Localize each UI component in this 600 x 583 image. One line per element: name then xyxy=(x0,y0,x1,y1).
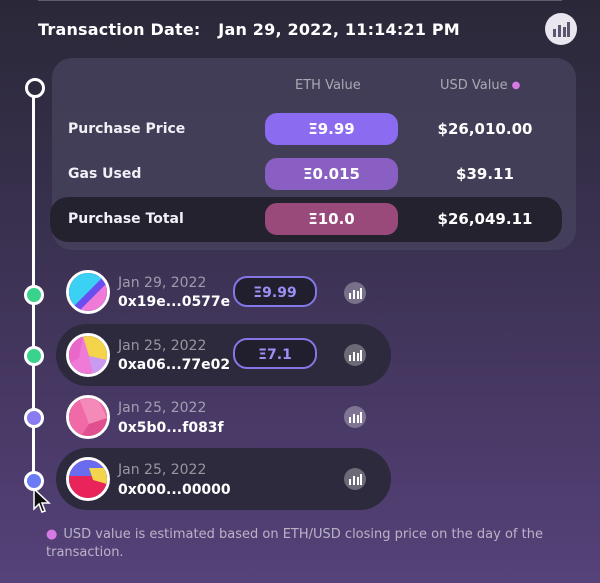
avatar[interactable] xyxy=(66,395,110,439)
avatar[interactable] xyxy=(66,270,110,314)
etherscan-icon[interactable] xyxy=(344,468,366,490)
avatar[interactable] xyxy=(66,457,110,501)
purchase-price-label: Purchase Price xyxy=(68,121,186,137)
history-address[interactable]: 0x19e...0577e xyxy=(118,294,230,310)
history-date: Jan 29, 2022 xyxy=(118,275,207,291)
history-eth-pill: Ξ7.1 xyxy=(233,338,317,369)
timeline-node-3 xyxy=(24,408,44,428)
purchase-total-eth-pill: Ξ10.0 xyxy=(265,203,398,235)
brand-chart-icon[interactable] xyxy=(545,13,577,45)
purchase-price-eth-pill: Ξ9.99 xyxy=(265,113,398,145)
history-date: Jan 25, 2022 xyxy=(118,462,207,478)
history-date: Jan 25, 2022 xyxy=(118,338,207,354)
timeline-node-2 xyxy=(24,346,44,366)
eth-value-header: ETH Value xyxy=(295,78,361,93)
etherscan-icon[interactable] xyxy=(344,406,366,428)
timeline-node-1 xyxy=(24,285,44,305)
history-address[interactable]: 0x000...00000 xyxy=(118,482,231,498)
transaction-date-value: Jan 29, 2022, 11:14:21 PM xyxy=(218,20,460,39)
etherscan-icon[interactable] xyxy=(344,344,366,366)
cursor-icon xyxy=(33,487,51,518)
history-date: Jan 25, 2022 xyxy=(118,400,207,416)
purchase-total-label: Purchase Total xyxy=(68,211,184,227)
usd-value-header: USD Value ● xyxy=(440,78,521,93)
purchase-price-usd: $26,010.00 xyxy=(437,120,533,138)
gas-used-usd: $39.11 xyxy=(456,165,514,183)
history-address[interactable]: 0x5b0...f083f xyxy=(118,420,224,436)
transaction-date-header: Transaction Date: Jan 29, 2022, 11:14:21… xyxy=(38,20,460,39)
history-eth-pill: Ξ9.99 xyxy=(233,276,317,307)
usd-disclaimer-footnote: ● USD value is estimated based on ETH/USD… xyxy=(46,527,543,560)
top-divider xyxy=(38,0,562,1)
gas-used-label: Gas Used xyxy=(68,166,142,182)
etherscan-icon[interactable] xyxy=(344,282,366,304)
transaction-date-label: Transaction Date: xyxy=(38,20,201,39)
history-address[interactable]: 0xa06...77e02 xyxy=(118,357,230,373)
timeline-node-current xyxy=(25,78,45,98)
avatar[interactable] xyxy=(66,333,110,377)
purchase-total-usd: $26,049.11 xyxy=(437,210,533,228)
gas-used-eth-pill: Ξ0.015 xyxy=(265,158,398,190)
